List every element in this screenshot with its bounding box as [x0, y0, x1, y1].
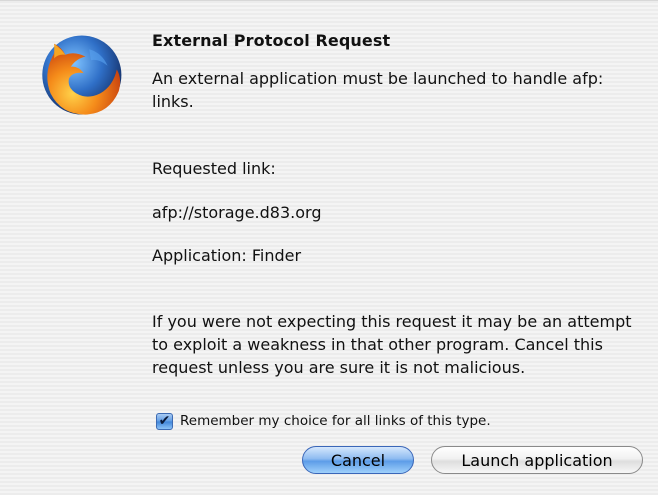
cancel-button[interactable]: Cancel: [302, 446, 414, 474]
launch-application-button[interactable]: Launch application: [431, 446, 643, 474]
dialog-title: External Protocol Request: [152, 31, 391, 50]
requested-link-label: Requested link:: [152, 159, 276, 178]
remember-choice-checkbox[interactable]: ✔: [156, 412, 173, 430]
dialog-message: An external application must be launched…: [152, 69, 604, 111]
warning-message: If you were not expecting this request i…: [152, 312, 632, 377]
remember-choice-row[interactable]: ✔ Remember my choice for all links of th…: [156, 410, 491, 432]
firefox-logo-icon: [42, 35, 122, 115]
requested-link: afp://storage.d83.org: [152, 203, 322, 222]
remember-choice-label[interactable]: Remember my choice for all links of this…: [180, 413, 491, 429]
checkmark-icon: ✔: [158, 413, 171, 429]
application-label: Application: Finder: [152, 246, 302, 265]
external-protocol-dialog: External Protocol Request An external ap…: [0, 0, 658, 495]
